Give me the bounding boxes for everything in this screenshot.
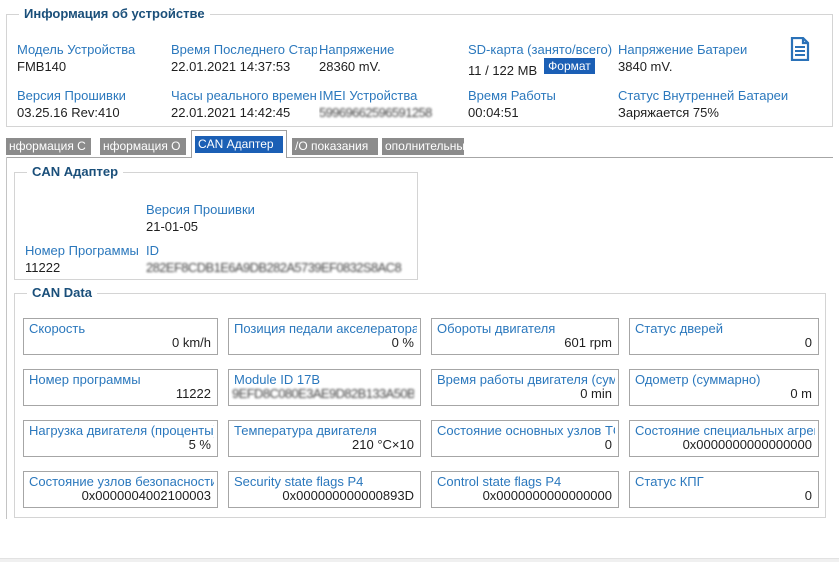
tab-label: CAN Адаптер (195, 136, 283, 153)
field-can-firmware-version: Версия Прошивки 21-01-05 (146, 201, 406, 236)
can-data-cell-engine-rpm: Обороты двигателя 601 rpm (431, 318, 619, 355)
format-button[interactable]: Формат (544, 58, 595, 74)
field-value: 22.01.2021 14:42:45 (171, 104, 317, 122)
field-value: 03.25.16 Rev:410 (17, 104, 165, 122)
field-uptime: Время Работы 00:04:51 (468, 87, 614, 122)
tab-status-info[interactable]: нформация С (6, 134, 91, 158)
field-label: Модель Устройства (17, 41, 165, 58)
field-firmware-version: Версия Прошивки 03.25.16 Rev:410 (17, 87, 165, 122)
cell-value: 0x0000004002100003 (27, 488, 211, 504)
field-value: 11 / 122 MB Формат (468, 58, 618, 80)
field-label: ID (146, 242, 414, 259)
can-data-cell-security-flags-p4: Security state flags P4 0x00000000000089… (228, 471, 421, 508)
field-value: 28360 mV. (319, 58, 462, 76)
tab-can-adapter[interactable]: CAN Адаптер (191, 130, 287, 158)
can-data-legend: CAN Data (27, 285, 97, 300)
can-data-cell-security-units-state: Состояние узлов безопасности ТС 0x000000… (23, 471, 218, 508)
device-info-groupbox: Информация об устройстве Модель Устройст… (6, 14, 833, 127)
field-label: IMEI Устройства (319, 87, 462, 104)
field-rtc-time: Часы реального времени 22.01.2021 14:42:… (171, 87, 317, 122)
field-sd-card: SD-карта (занято/всего) 11 / 122 MB Форма… (468, 41, 618, 80)
field-value: 59969662596591258 (319, 104, 462, 122)
field-label: Версия Прошивки (146, 201, 406, 218)
field-label: Статус Внутренней Батареи (618, 87, 804, 104)
field-voltage: Напряжение 28360 mV. (319, 41, 462, 76)
field-value: Заряжается 75% (618, 104, 804, 122)
tab-gsm-info[interactable]: нформация О (100, 134, 186, 158)
can-adapter-groupbox: CAN Адаптер Версия Прошивки 21-01-05 Ном… (14, 172, 418, 280)
field-label: Номер Программы (25, 242, 143, 259)
field-value: 22.01.2021 14:37:53 (171, 58, 317, 76)
field-value: 3840 mV. (618, 58, 804, 76)
cell-value: 0 min (435, 386, 612, 402)
cell-value: 0 (435, 437, 612, 453)
field-label: Время Работы (468, 87, 614, 104)
tab-label: нформация О (100, 138, 186, 155)
field-value: 11222 (25, 259, 143, 277)
can-data-cell-engine-temp: Температура двигателя 210 °C×10 (228, 420, 421, 457)
tab-bar: нформация С нформация О CAN Адаптер /O п… (6, 130, 464, 158)
cell-value: 0x000000000000893D (232, 488, 414, 504)
device-info-legend: Информация об устройстве (19, 6, 210, 21)
can-data-cell-door-status: Статус дверей 0 (629, 318, 819, 355)
can-data-cell-engine-load: Нагрузка двигателя (проценты) 5 % (23, 420, 218, 457)
field-label: Напряжение Батареи (618, 41, 804, 58)
tab-io-values[interactable]: /O показания (292, 134, 378, 158)
can-data-cell-accel-pedal: Позиция педали акселератора (п 0 % (228, 318, 421, 355)
field-internal-battery-status: Статус Внутренней Батареи Заряжается 75% (618, 87, 804, 122)
tab-additional[interactable]: ополнительны (382, 134, 464, 158)
can-data-cell-speed: Скорость 0 km/h (23, 318, 218, 355)
can-data-cell-engine-worktime: Время работы двигателя (суммар 0 min (431, 369, 619, 406)
can-data-cell-module-id: Module ID 17B 9EFD8C080E3AE9D82B133A50B1… (228, 369, 421, 406)
can-data-cell-cng-status: Статус КПГ 0 (629, 471, 819, 508)
cell-value: 210 °C×10 (232, 437, 414, 453)
field-label: SD-карта (занято/всего) (468, 41, 618, 58)
document-icon[interactable] (790, 37, 810, 61)
field-can-id: ID 282EF8CDB1E6A9DB282A5739EF0832S8AC8 (146, 242, 414, 277)
field-value: 00:04:51 (468, 104, 614, 122)
can-data-cell-control-flags-p4: Control state flags P4 0x000000000000000… (431, 471, 619, 508)
field-label: Время Последнего Старта (171, 41, 317, 58)
sd-card-value: 11 / 122 MB (468, 63, 537, 78)
cell-value: 0x0000000000000000 (633, 437, 812, 453)
tab-label: нформация С (6, 138, 91, 155)
cell-value: 0 m (633, 386, 812, 402)
field-value: 282EF8CDB1E6A9DB282A5739EF0832S8AC8 (146, 259, 414, 277)
field-value: 21-01-05 (146, 218, 406, 236)
cell-value: 0 km/h (27, 335, 211, 351)
cell-value: 9EFD8C080E3AE9D82B133A50B130DB (232, 386, 414, 402)
field-last-start-time: Время Последнего Старта 22.01.2021 14:37… (171, 41, 317, 76)
can-adapter-legend: CAN Адаптер (27, 164, 123, 179)
cell-value: 5 % (27, 437, 211, 453)
field-label: Напряжение (319, 41, 462, 58)
tab-label: ополнительны (382, 138, 464, 155)
field-device-model: Модель Устройства FMB140 (17, 41, 165, 76)
cell-value: 11222 (27, 386, 211, 402)
cell-value: 601 rpm (435, 335, 612, 351)
cell-value: 0 (633, 488, 812, 504)
window-bottom-edge (0, 558, 839, 562)
field-value: FMB140 (17, 58, 165, 76)
can-data-cell-program-number: Номер программы 11222 (23, 369, 218, 406)
can-data-cell-main-units-state: Состояние основных узлов ТС 0 (431, 420, 619, 457)
can-data-grid: Скорость 0 km/h Позиция педали акселерат… (23, 318, 819, 508)
field-label: Часы реального времени (171, 87, 317, 104)
device-status-window: Информация об устройстве Модель Устройст… (0, 0, 839, 562)
field-can-program-number: Номер Программы 11222 (25, 242, 143, 277)
field-battery-voltage: Напряжение Батареи 3840 mV. (618, 41, 804, 76)
cell-value: 0 (633, 335, 812, 351)
cell-value: 0 % (232, 335, 414, 351)
field-imei: IMEI Устройства 59969662596591258 (319, 87, 462, 122)
tab-label: /O показания (292, 138, 378, 155)
tab-page-left-border (6, 157, 7, 519)
cell-value: 0x0000000000000000 (435, 488, 612, 504)
can-data-cell-special-units-state: Состояние специальных агрегато 0x0000000… (629, 420, 819, 457)
field-label: Версия Прошивки (17, 87, 165, 104)
can-data-cell-odometer: Одометр (суммарно) 0 m (629, 369, 819, 406)
can-data-groupbox: CAN Data Скорость 0 km/h Позиция педали … (14, 293, 826, 518)
